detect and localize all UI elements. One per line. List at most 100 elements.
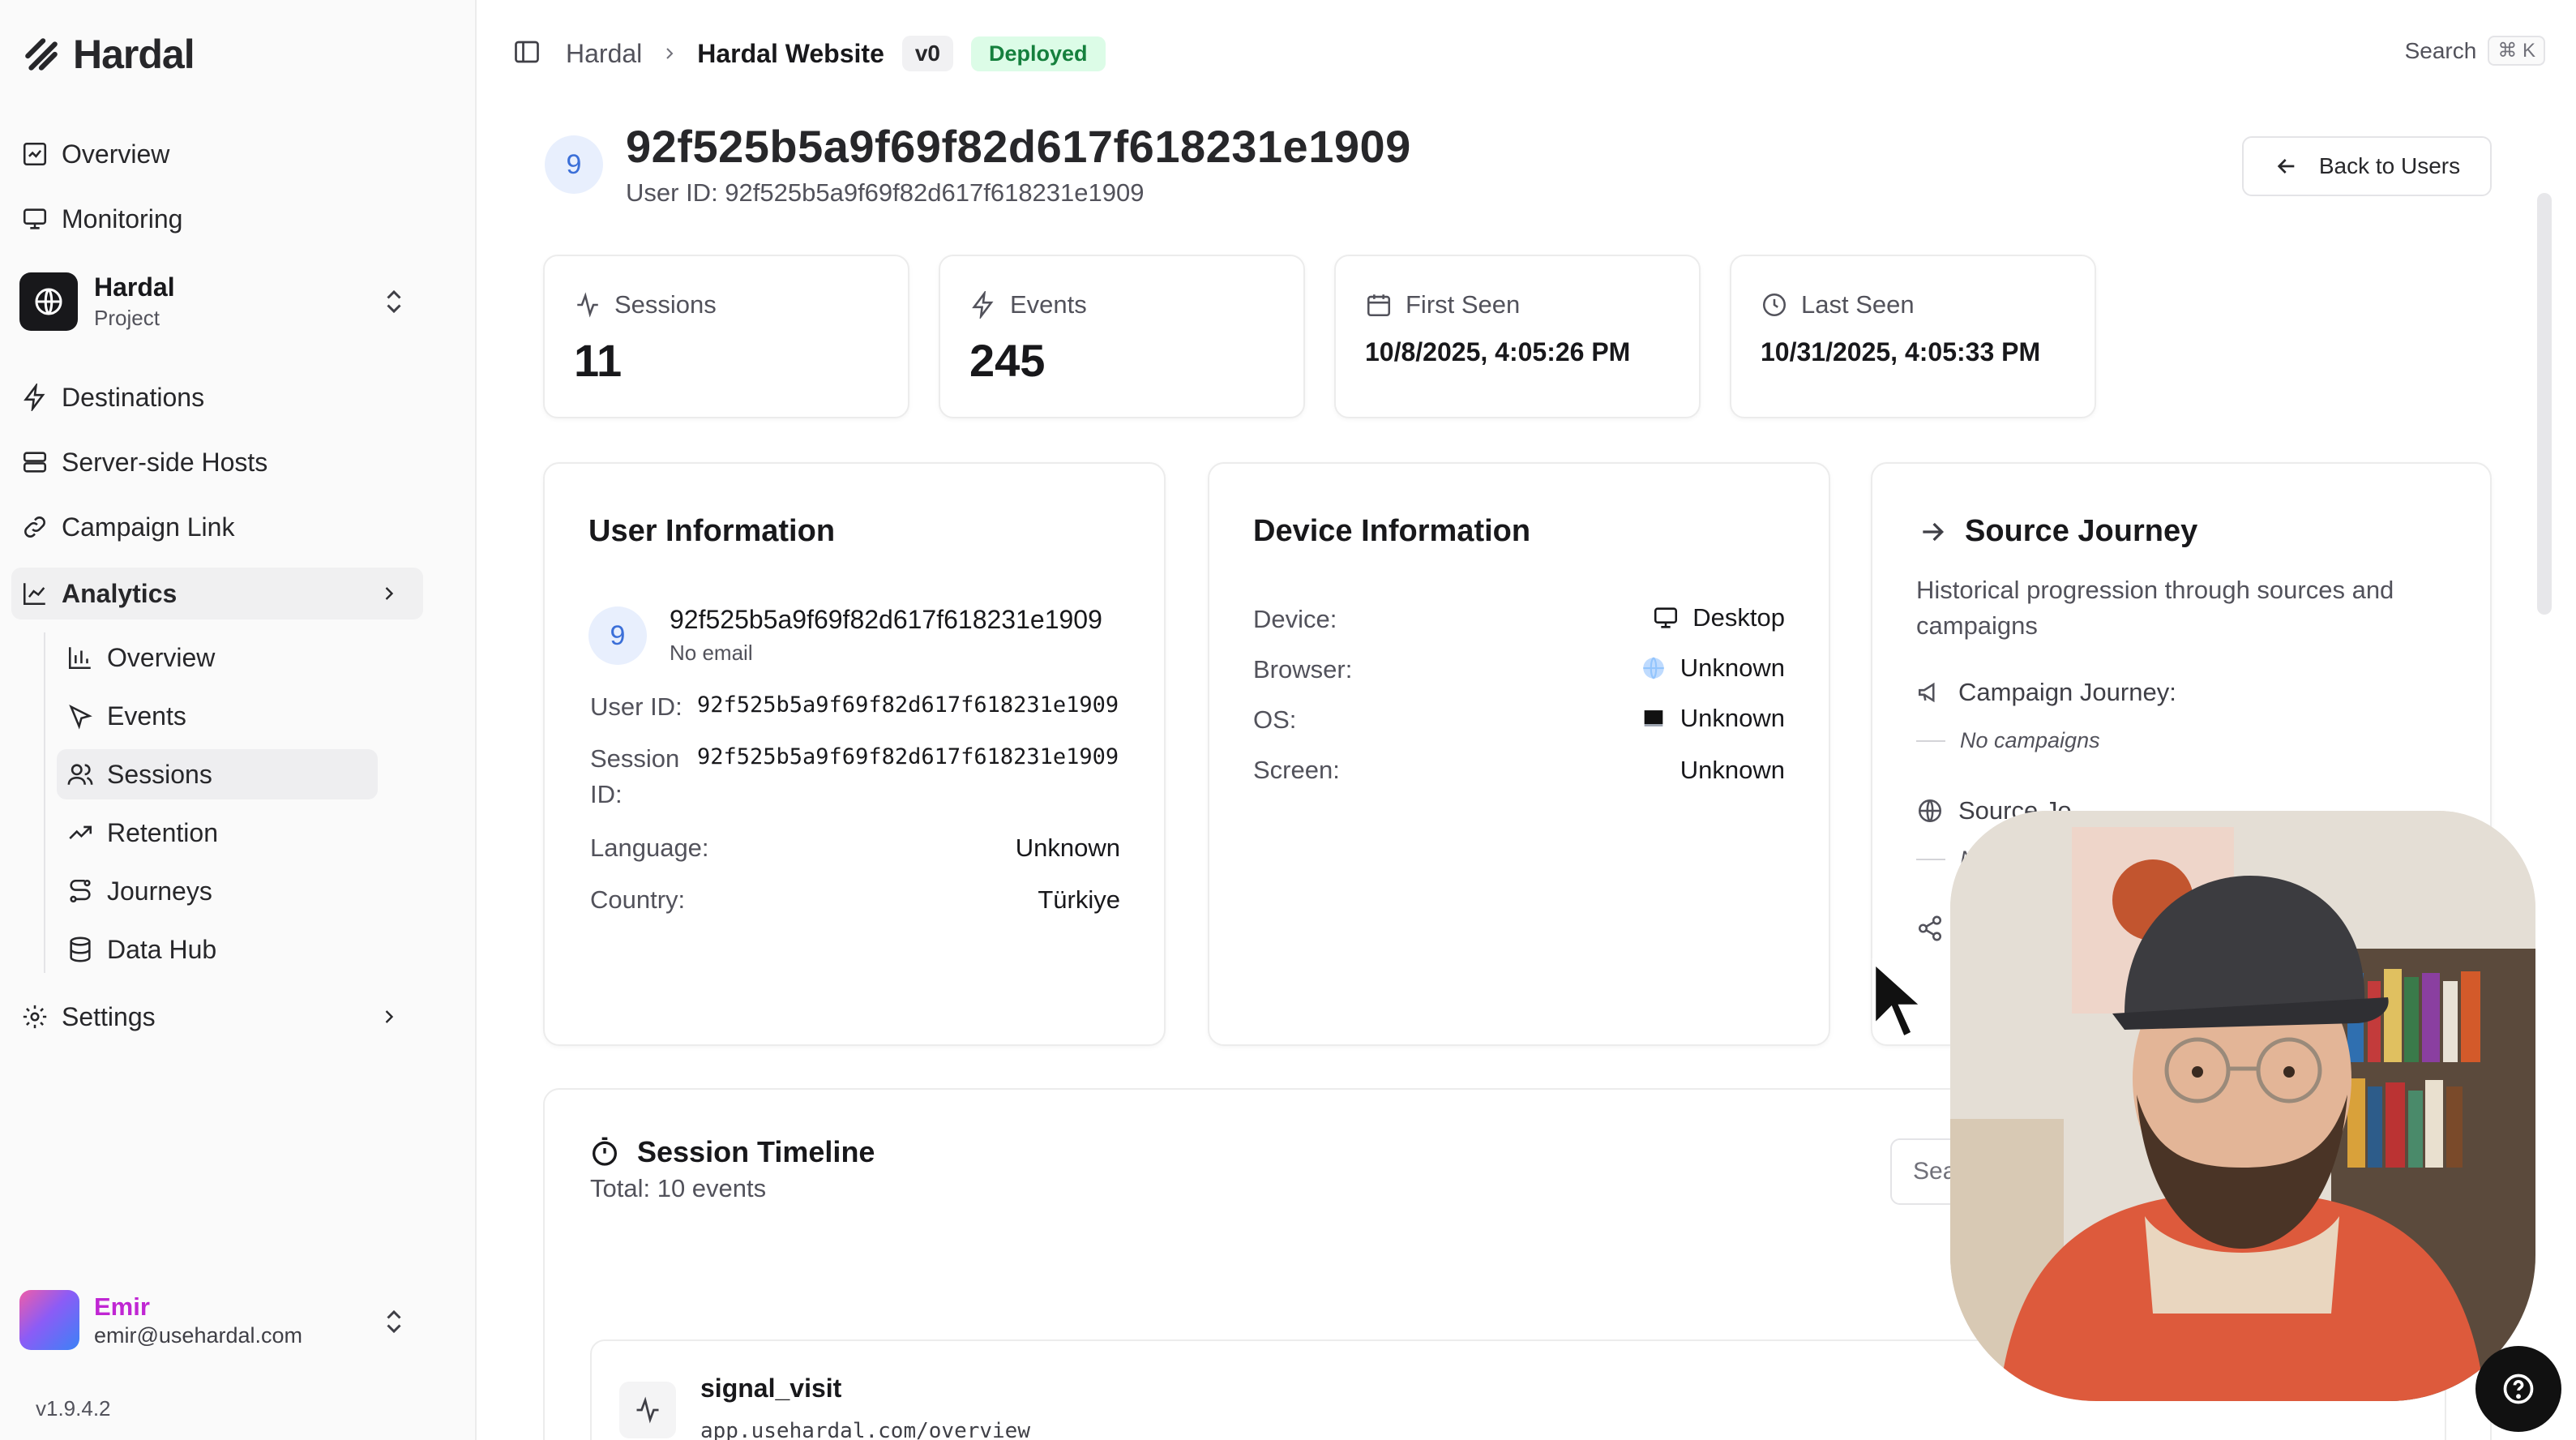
nav-campaign-link[interactable]: Campaign Link bbox=[11, 501, 423, 553]
overview-icon bbox=[23, 142, 47, 166]
trend-up-icon bbox=[69, 825, 92, 839]
card-title: Session Timeline bbox=[637, 1135, 875, 1168]
globe-icon bbox=[1918, 799, 1942, 823]
stat-card-sessions: Sessions 11 bbox=[543, 255, 909, 418]
sub-nav-retention[interactable]: Retention bbox=[57, 808, 378, 858]
logo[interactable]: Hardal bbox=[21, 31, 195, 78]
nav-overview[interactable]: Overview bbox=[11, 128, 423, 180]
screen-label: Screen: bbox=[1253, 756, 1340, 784]
project-subtitle: Project bbox=[94, 306, 160, 330]
app-version: v1.9.4.2 bbox=[36, 1396, 111, 1421]
sub-nav-journeys[interactable]: Journeys bbox=[57, 866, 378, 916]
stat-label: Last Seen bbox=[1801, 290, 1915, 319]
lightning-icon bbox=[24, 384, 45, 411]
nav-label: Settings bbox=[62, 1001, 156, 1031]
sub-nav-label: Sessions bbox=[107, 759, 212, 789]
chevron-right-icon bbox=[385, 587, 394, 600]
nav-monitoring[interactable]: Monitoring bbox=[11, 193, 423, 245]
os-text: Unknown bbox=[1680, 704, 1785, 732]
breadcrumb-root[interactable]: Hardal bbox=[566, 39, 642, 69]
campaign-empty-text: No campaigns bbox=[1960, 728, 2100, 752]
gear-icon bbox=[23, 1005, 47, 1029]
monitor-icon bbox=[23, 208, 47, 229]
share-icon bbox=[1918, 915, 1942, 941]
status-badge: Deployed bbox=[971, 36, 1106, 71]
user-id-value: 92f525b5a9f69f82d617f618231e1909 bbox=[697, 692, 1119, 718]
lightning-icon bbox=[972, 291, 994, 319]
scrollbar[interactable] bbox=[2537, 193, 2552, 615]
sub-nav-events[interactable]: Events bbox=[57, 691, 378, 741]
breadcrumb-current: Hardal Website bbox=[697, 38, 884, 68]
nav-settings[interactable]: Settings bbox=[11, 991, 423, 1043]
nav-label: Campaign Link bbox=[62, 512, 235, 542]
card-title: User Information bbox=[588, 514, 836, 548]
device-label: Device: bbox=[1253, 605, 1337, 633]
webcam-overlay bbox=[1950, 811, 2535, 1401]
arrow-right-icon bbox=[1923, 522, 1945, 541]
os-window-icon bbox=[1644, 710, 1663, 726]
chart-line-icon bbox=[23, 583, 45, 606]
submenu-line bbox=[44, 632, 45, 973]
sub-nav-label: Events bbox=[107, 701, 186, 731]
nav-destinations[interactable]: Destinations bbox=[11, 371, 423, 423]
help-button[interactable] bbox=[2475, 1346, 2561, 1432]
sub-nav-overview[interactable]: Overview bbox=[57, 632, 378, 683]
nav-label: Server-side Hosts bbox=[62, 447, 268, 477]
breadcrumb: Hardal Hardal Website v0 Deployed bbox=[566, 36, 1106, 71]
mouse-cursor-icon bbox=[1872, 958, 1928, 1041]
nav-label: Overview bbox=[62, 139, 170, 169]
database-icon bbox=[70, 936, 91, 962]
sub-nav-sessions[interactable]: Sessions bbox=[57, 749, 378, 799]
sub-nav-data-hub[interactable]: Data Hub bbox=[57, 924, 378, 975]
back-to-users-button[interactable]: Back to Users bbox=[2242, 136, 2492, 196]
users-icon bbox=[67, 764, 93, 785]
sub-nav-label: Journeys bbox=[107, 876, 212, 906]
screen-text: Unknown bbox=[1680, 756, 1785, 784]
country-label: Country: bbox=[590, 885, 686, 914]
activity-icon bbox=[636, 1396, 659, 1424]
user-name: 92f525b5a9f69f82d617f618231e1909 bbox=[670, 605, 1102, 634]
user-name: Emir bbox=[94, 1292, 150, 1321]
sub-nav-label: Data Hub bbox=[107, 934, 217, 964]
user-menu[interactable]: Emir emir@usehardal.com bbox=[19, 1288, 425, 1352]
stat-card-events: Events 245 bbox=[939, 255, 1305, 418]
card-title: Source Journey bbox=[1965, 514, 2198, 548]
search-label: Search bbox=[2404, 37, 2477, 63]
event-icon-box bbox=[619, 1382, 676, 1438]
top-bar: Hardal Hardal Website v0 Deployed Search… bbox=[478, 0, 2576, 107]
user-avatar: 9 bbox=[588, 606, 647, 665]
server-icon bbox=[23, 452, 47, 473]
calendar-icon bbox=[1367, 294, 1391, 317]
sidebar-toggle-icon[interactable] bbox=[512, 37, 541, 66]
search-shortcut: ⌘ K bbox=[2488, 36, 2545, 66]
sub-nav-label: Overview bbox=[107, 642, 216, 672]
desktop-icon bbox=[1654, 607, 1678, 628]
campaign-journey-label: Campaign Journey: bbox=[1958, 678, 2176, 706]
stat-card-first-seen: First Seen 10/8/2025, 4:05:26 PM bbox=[1334, 255, 1701, 418]
session-id-value: 92f525b5a9f69f82d617f618231e1909 bbox=[697, 744, 1119, 769]
link-icon bbox=[24, 516, 45, 538]
stat-value: 11 bbox=[574, 335, 623, 386]
nav-server-side-hosts[interactable]: Server-side Hosts bbox=[11, 436, 423, 488]
stat-value: 10/8/2025, 4:05:26 PM bbox=[1365, 337, 1631, 366]
nav-label: Analytics bbox=[62, 578, 178, 608]
sub-nav-label: Retention bbox=[107, 817, 218, 847]
device-information-card: Device Information Device: Desktop Brows… bbox=[1208, 462, 1830, 1046]
session-id-label-1: Session bbox=[590, 744, 680, 773]
page-subtitle: User ID: 92f525b5a9f69f82d617f618231e190… bbox=[626, 178, 1145, 207]
browser-text: Unknown bbox=[1680, 654, 1785, 682]
stat-value: 10/31/2025, 4:05:33 PM bbox=[1761, 337, 2041, 366]
help-icon bbox=[2503, 1374, 2534, 1404]
search-button[interactable]: Search ⌘ K bbox=[2405, 36, 2545, 66]
stat-label: Events bbox=[1010, 290, 1087, 319]
nav-analytics[interactable]: Analytics bbox=[11, 568, 423, 619]
stat-label: Sessions bbox=[614, 290, 717, 319]
user-id-label: User ID: bbox=[590, 692, 683, 721]
event-url: app.usehardal.com/overview bbox=[700, 1419, 1030, 1440]
os-label: OS: bbox=[1253, 705, 1297, 734]
screen-value: Unknown bbox=[1680, 756, 1785, 785]
project-switcher[interactable]: Hardal Project bbox=[19, 268, 425, 336]
hardal-logo-icon bbox=[25, 38, 58, 71]
browser-value: Unknown bbox=[1640, 654, 1785, 683]
page-title: 92f525b5a9f69f82d617f618231e1909 bbox=[626, 121, 1411, 172]
